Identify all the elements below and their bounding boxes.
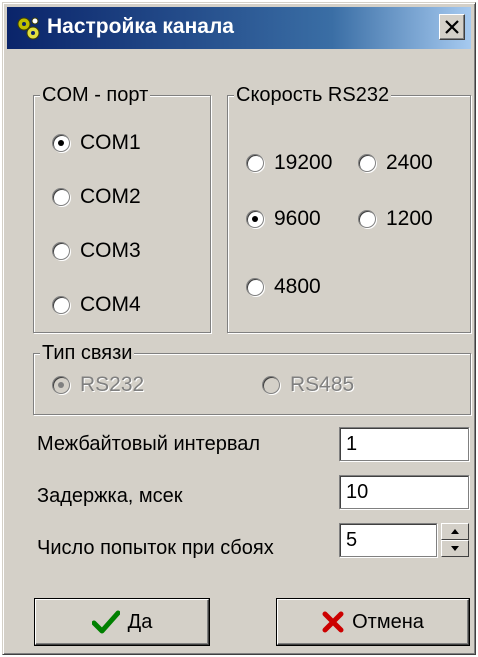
arrow-up-icon <box>451 529 459 534</box>
radio-label: COM1 <box>80 131 141 154</box>
radio-label: RS232 <box>80 373 145 396</box>
link-type-group: Тип связи RS232 RS485 <box>33 341 471 415</box>
radio-indicator[interactable] <box>246 278 264 296</box>
radio-label: 1200 <box>386 207 433 230</box>
link-type-legend: Тип связи <box>40 341 135 365</box>
radio-com3[interactable]: COM3 <box>52 236 141 266</box>
radio-indicator[interactable] <box>52 134 70 152</box>
settings-dialog: Настройка канала COM - порт COM1 COM2 CO… <box>2 2 476 655</box>
cancel-button[interactable]: Отмена <box>277 599 469 645</box>
radio-label: 19200 <box>274 151 333 174</box>
radio-label: COM4 <box>80 293 141 316</box>
stepper-up-button[interactable] <box>441 523 469 540</box>
radio-2400[interactable]: 2400 <box>358 148 433 178</box>
gears-icon <box>17 17 40 40</box>
radio-indicator <box>262 376 280 394</box>
radio-indicator[interactable] <box>246 210 264 228</box>
arrow-down-icon <box>451 546 459 551</box>
radio-rs485: RS485 <box>262 370 354 400</box>
interbyte-interval-label: Межбайтовый интервал <box>37 433 261 455</box>
com-port-group: COM - порт COM1 COM2 COM3 COM4 <box>33 83 211 333</box>
radio-indicator <box>52 376 70 394</box>
radio-indicator[interactable] <box>52 242 70 260</box>
close-button[interactable] <box>439 14 465 40</box>
radio-4800[interactable]: 4800 <box>246 272 321 302</box>
radio-indicator[interactable] <box>358 154 376 172</box>
com-port-legend: COM - порт <box>40 83 151 107</box>
delay-label: Задержка, мсек <box>37 485 183 507</box>
speed-group: Скорость RS232 19200 2400 9600 1200 4800 <box>227 83 471 333</box>
radio-label: COM3 <box>80 239 141 262</box>
radio-indicator[interactable] <box>52 188 70 206</box>
cross-icon <box>322 611 344 633</box>
retries-stepper[interactable] <box>441 523 469 557</box>
radio-label: COM2 <box>80 185 141 208</box>
retries-input[interactable] <box>339 523 437 557</box>
retries-label: Число попыток при сбоях <box>37 537 274 559</box>
window-title: Настройка канала <box>47 15 234 38</box>
radio-label: 2400 <box>386 151 433 174</box>
checkmark-icon <box>91 610 120 634</box>
radio-label: 9600 <box>274 207 321 230</box>
speed-legend: Скорость RS232 <box>234 83 392 107</box>
ok-button-label: Да <box>127 610 153 633</box>
radio-indicator[interactable] <box>52 296 70 314</box>
title-bar[interactable]: Настройка канала <box>7 7 471 49</box>
cancel-button-label: Отмена <box>352 610 424 633</box>
interbyte-interval-input[interactable] <box>339 427 469 461</box>
radio-indicator[interactable] <box>358 210 376 228</box>
radio-com2[interactable]: COM2 <box>52 182 141 212</box>
radio-label: 4800 <box>274 275 321 298</box>
radio-label: RS485 <box>290 373 355 396</box>
radio-19200[interactable]: 19200 <box>246 148 332 178</box>
radio-9600[interactable]: 9600 <box>246 204 321 234</box>
ok-button[interactable]: Да <box>35 599 209 645</box>
radio-indicator[interactable] <box>246 154 264 172</box>
delay-input[interactable] <box>339 475 469 509</box>
radio-rs232: RS232 <box>52 370 144 400</box>
radio-1200[interactable]: 1200 <box>358 204 433 234</box>
close-icon <box>445 20 459 34</box>
radio-com1[interactable]: COM1 <box>52 128 141 158</box>
stepper-down-button[interactable] <box>441 540 469 557</box>
radio-com4[interactable]: COM4 <box>52 290 141 320</box>
